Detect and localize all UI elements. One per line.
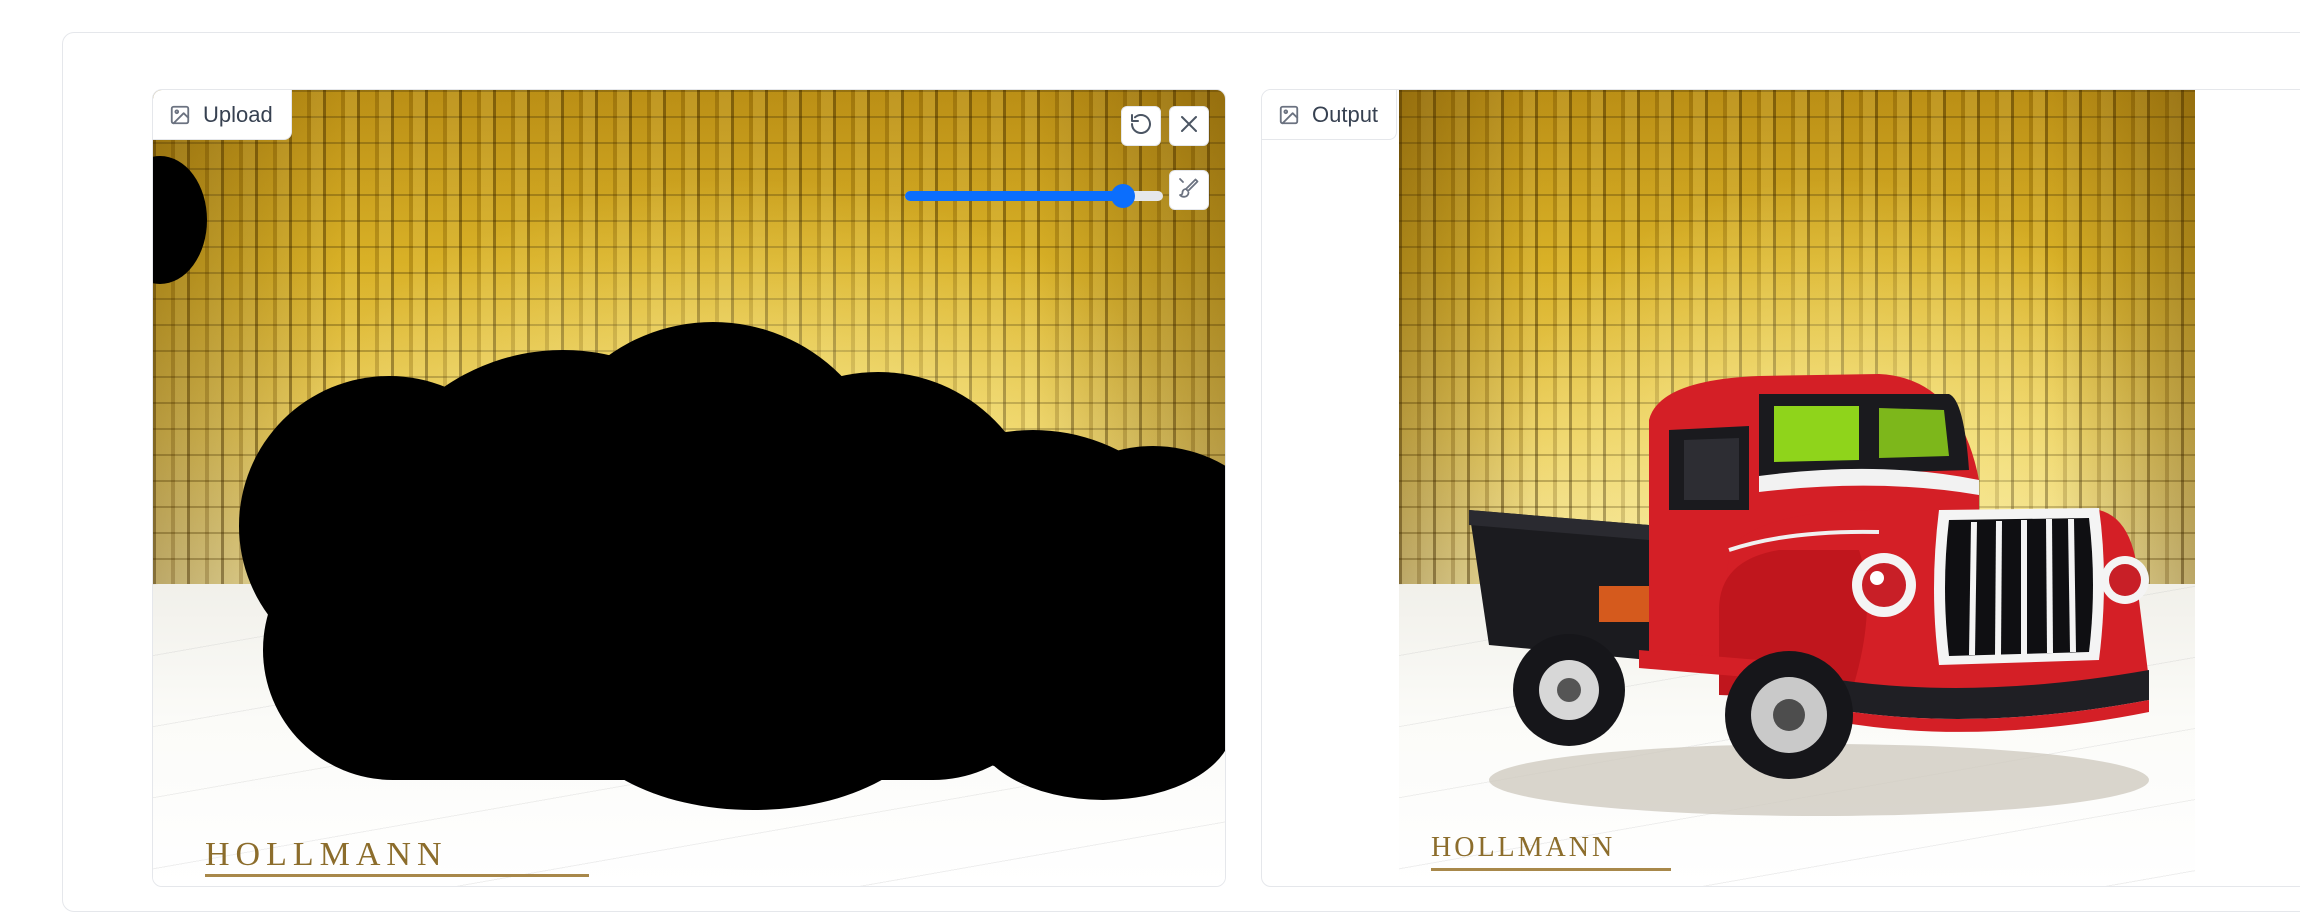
image-icon: [1278, 104, 1300, 126]
brush-size-slider[interactable]: [905, 184, 1163, 208]
red-pickup-truck: [1469, 374, 2149, 816]
slider-fill: [905, 191, 1123, 201]
brush-icon: [1177, 176, 1201, 205]
brand-watermark: HOLLMANN: [205, 836, 448, 873]
output-label: Output: [1312, 101, 1379, 127]
image-editor-container: HOLLMANN Upload HOLLMANN Output: [62, 32, 2300, 912]
clear-button[interactable]: [1169, 106, 1209, 146]
output-panel: HOLLMANN Output: [1261, 89, 2300, 887]
image-icon: [169, 104, 191, 126]
mask-stroke: [973, 650, 1225, 800]
undo-button[interactable]: [1121, 106, 1161, 146]
close-icon: [1177, 112, 1201, 141]
output-image: HOLLMANN: [1399, 90, 2195, 886]
mask-stroke: [573, 610, 933, 810]
undo-icon: [1129, 112, 1153, 141]
brush-button[interactable]: [1169, 170, 1209, 210]
upload-canvas[interactable]: HOLLMANN: [153, 90, 1225, 886]
upload-panel: HOLLMANN Upload: [152, 89, 1226, 887]
brand-underline: [1431, 868, 1671, 871]
output-label-tag: Output: [1262, 90, 1398, 140]
upload-label-tag: Upload: [153, 90, 292, 140]
upload-label: Upload: [203, 101, 273, 127]
slider-thumb[interactable]: [1110, 184, 1135, 208]
brand-watermark: HOLLMANN: [1431, 832, 1616, 863]
